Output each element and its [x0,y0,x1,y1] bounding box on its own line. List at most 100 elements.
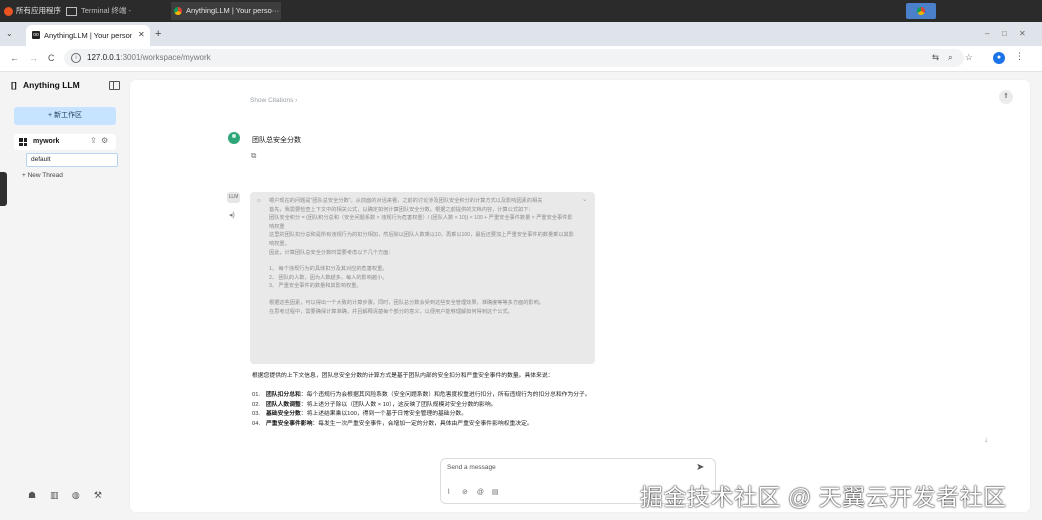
url-host: 127.0.0.1 [87,53,121,62]
collapse-chevron-icon[interactable]: ⌄ [582,196,587,205]
user-avatar [228,132,240,144]
list-title: 基础安全分数 [266,411,301,418]
new-thread-button[interactable]: + New Thread [22,172,63,179]
list-number: 01. [252,392,261,399]
chrome-window-button[interactable]: AnythingLLM | Your perso··· [174,4,279,18]
thinking-block[interactable]: ☼ ⌄ 嗯户现在的问题是"团队总安全分数"。从前面的对话来看，之前的讨论涉及团队… [250,192,595,364]
assistant-avatar: LLM [227,192,240,203]
chrome-window-label: AnythingLLM | Your perso··· [186,6,280,15]
copy-icon[interactable]: ⧉ [251,151,256,161]
thread-item-default[interactable]: default [26,153,118,167]
translate-icon[interactable]: ⇆ [932,52,939,63]
thinking-line: 在思考过程中，需要确保计算准确，并且解释清楚每个部分的意义，以便用户能够理解如何… [269,308,513,315]
upload-icon[interactable]: ⇪ [90,136,97,145]
book-icon[interactable]: ▥ [50,490,70,501]
forward-icon[interactable]: → [29,53,38,63]
logo-text: Anything LLM [23,80,80,90]
terminal-window-button[interactable]: Terminal 终端 - [66,4,131,18]
site-info-icon[interactable]: i [71,53,81,63]
speaker-icon[interactable]: ◂) [229,211,235,219]
at-agent-icon[interactable]: @ [477,489,490,496]
list-item: 04. 严重安全事件影响：每发生一次严重安全事件，会增加一定的分数，具体由严重安全… [252,420,652,429]
message-input[interactable]: Send a message [447,464,496,471]
sidebar-drag-handle[interactable] [0,172,7,206]
anythingllm-app: [] Anything LLM + 新工作区 mywork ⇪ ⚙ default… [0,72,1042,520]
new-workspace-label: 新工作区 [54,112,83,119]
reload-icon[interactable]: C [48,53,55,63]
discord-icon[interactable]: ◍ [72,490,92,501]
terminal-icon [66,6,77,16]
new-tab-icon[interactable]: + [155,28,161,40]
maximize-icon[interactable]: □ [1002,29,1007,38]
all-apps-button[interactable]: 所有应用程序 [4,4,61,18]
toggle-sidebar-icon[interactable] [109,81,120,90]
chrome-tray-button[interactable] [906,3,936,19]
gear-icon[interactable]: ⚙ [101,136,108,145]
list-title: 团队人数调整 [266,401,301,408]
os-taskbar: 所有应用程序 Terminal 终端 - AnythingLLM | Your … [0,0,1042,22]
text-size-icon[interactable]: ▤ [492,488,505,496]
browser-toolbar: ← → C i 127.0.0.1:3001/workspace/mywork … [0,46,1042,72]
attach-icon[interactable]: ⌇ [447,488,460,496]
show-citations-label: Show Citations [250,97,294,104]
scroll-down-icon[interactable]: ↓ [984,435,988,444]
terminal-label: Terminal 终端 - [81,6,132,15]
thread-label: default [31,156,51,163]
bookmark-star-icon[interactable]: ☆ [965,52,973,63]
new-workspace-button[interactable]: + 新工作区 [14,107,116,125]
send-icon[interactable]: ➤ [696,462,704,473]
close-window-icon[interactable]: ✕ [1019,29,1026,38]
chrome-tray-icon [917,7,925,15]
new-thread-label: New Thread [27,172,63,179]
thinking-line: 首先，我需要检查上下文中的相关公式，以确定如何计算团队安全分数。根据之前提供的文… [269,206,534,213]
thinking-line: 因此，计算团队总安全分数时需要考虑以下几个方面： [269,249,394,256]
tab-search-icon[interactable]: ⌄ [6,29,13,38]
thinking-line: 根据这些因素，可以得出一个大致的计算步骤。同时，团队总分数会受到这些安全管理效果… [269,299,544,306]
all-apps-label: 所有应用程序 [16,6,61,15]
app-logo: [] Anything LLM [11,80,80,90]
robot-icon[interactable]: ☗ [28,490,48,501]
workspace-item-mywork[interactable]: mywork ⇪ ⚙ [14,134,116,150]
list-text: ：将上述分子除以（团队人数 × 10），这反映了团队规模对安全分数的影响。 [300,401,497,408]
anythingllm-favicon: oo [32,31,40,39]
watermark-text: 掘金技术社区 @ 天翼云开发者社区 [640,484,1007,510]
list-text: ：将上述结果乘以100，得到一个基于日常安全管理的基础分数。 [300,411,467,418]
back-icon[interactable]: ← [10,53,19,63]
scroll-top-icon[interactable]: ⇑ [999,90,1013,104]
list-text: ：每个违规行为会根据其风险系数（安全问题系数）和危害度权重进行扣分，所有违规行为… [300,392,591,399]
minimize-icon[interactable]: – [985,29,989,38]
list-title: 团队扣分总和 [266,392,301,399]
address-bar[interactable]: i 127.0.0.1:3001/workspace/mywork ⇆ ⌕ ☆ [64,49,973,67]
thinking-line: 团队安全积分 = (团队积分总和（安全问题系数 × 违规行为危害权重）/ (团队… [269,215,573,230]
thinking-line: 嗯户现在的问题是"团队总安全分数"。从前面的对话来看，之前的讨论涉及团队安全积分… [269,198,543,204]
zoom-icon[interactable]: ⌕ [948,52,953,63]
list-item: 03. 基础安全分数：将上述结果乘以100，得到一个基于日常安全管理的基础分数。 [252,410,652,419]
close-tab-icon[interactable]: ✕ [138,30,145,39]
show-citations-button[interactable]: Show Citations › [250,97,297,104]
ubuntu-icon [4,6,13,16]
tab-title: AnythingLLM | Your person [44,31,132,40]
profile-avatar-icon[interactable]: ● [993,52,1005,64]
answer-intro: 根据您提供的上下文信息，团队总安全分数的计算方式是基于团队内部的安全扣分和严重安… [252,373,554,379]
list-text: ：每发生一次严重安全事件，会增加一定的分数，具体由严重安全事件影响权重决定。 [312,420,533,427]
thinking-icon: ☼ [256,197,262,204]
sidebar-footer: ☗ ▥ ◍ ⚒ [28,490,114,501]
list-item: 02. 团队人数调整：将上述分子除以（团队人数 × 10），这反映了团队规模对安全… [252,401,652,410]
assistant-answer: 根据您提供的上下文信息，团队总安全分数的计算方式是基于团队内部的安全扣分和严重安… [252,372,652,429]
thinking-line: 3、 严重安全事件的数量和其影响权重。 [269,283,362,290]
wrench-icon[interactable]: ⚒ [94,490,114,501]
list-number: 02. [252,401,261,408]
composer-tools: ⌇ ⊘ @ ▤ [447,488,505,496]
chat-panel: Show Citations › ⇑ 团队总安全分数 ⧉ LLM ◂) ☼ ⌄ … [130,80,1030,512]
workspace-grid-icon [19,138,27,146]
slash-command-icon[interactable]: ⊘ [462,488,475,496]
list-title: 严重安全事件影响 [266,420,313,427]
url-text[interactable]: 127.0.0.1:3001/workspace/mywork [87,53,211,62]
thinking-line: 2、 团队的人数，因为人数越多，每人的影响越小。 [269,274,388,281]
browser-tab[interactable]: oo AnythingLLM | Your person ✕ [26,25,150,46]
list-number: 03. [252,411,261,418]
browser-menu-icon[interactable]: ⋮ [1015,51,1024,62]
answer-list: 01. 团队扣分总和：每个违规行为会根据其风险系数（安全问题系数）和危害度权重进行… [252,391,652,429]
